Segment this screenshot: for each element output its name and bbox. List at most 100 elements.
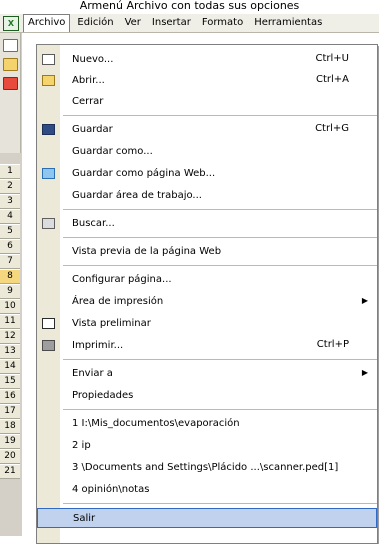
row-header[interactable]: 5 <box>0 224 20 239</box>
row-header[interactable]: 12 <box>0 329 20 344</box>
row-header[interactable]: 6 <box>0 239 20 254</box>
submenu-arrow-icon: ▶ <box>361 368 368 377</box>
row-header[interactable]: 15 <box>0 374 20 389</box>
row-header[interactable]: 1 <box>0 164 20 179</box>
menu-icon-slot <box>38 508 61 528</box>
menu-item-recent-3[interactable]: 3 \Documents and Settings\Plácido ...\sc… <box>37 457 377 477</box>
menu-icon-slot <box>37 457 60 477</box>
row-header[interactable]: 13 <box>0 344 20 359</box>
menu-item-salir[interactable]: Salir <box>37 508 377 528</box>
menu-icon-slot <box>37 70 60 90</box>
new-document-icon[interactable] <box>3 39 18 52</box>
menu-separator <box>63 209 377 210</box>
menu-formato-label: Formato <box>201 17 244 28</box>
row-header-selected[interactable]: 8 <box>0 269 20 284</box>
submenu-arrow-icon: ▶ <box>361 296 368 305</box>
menu-item-area-impresion[interactable]: Área de impresión ▶ <box>37 291 377 311</box>
row-header[interactable]: 11 <box>0 314 20 329</box>
menu-item-abrir[interactable]: Abrir... Ctrl+A <box>37 70 377 90</box>
menu-item-label: 2 ip <box>72 439 91 451</box>
menu-item-guardar-como[interactable]: Guardar como... <box>37 141 377 161</box>
menu-item-label: Guardar como... <box>72 145 153 157</box>
web-page-icon <box>42 167 55 179</box>
menu-item-label: Vista previa de la página Web <box>72 245 222 257</box>
row-header[interactable]: 4 <box>0 209 20 224</box>
row-header[interactable]: 18 <box>0 419 20 434</box>
excel-app-icon[interactable]: X <box>3 15 19 31</box>
menu-item-label: Buscar... <box>72 217 115 229</box>
menu-icon-slot <box>37 313 60 333</box>
row-header[interactable]: 16 <box>0 389 20 404</box>
row-header[interactable]: 2 <box>0 179 20 194</box>
menu-item-label: Salir <box>73 512 96 524</box>
menu-icon-slot <box>37 291 60 311</box>
menu-item-guardar[interactable]: Guardar Ctrl+G <box>37 119 377 139</box>
menu-item-cerrar[interactable]: Cerrar <box>37 91 377 111</box>
menu-item-label: Guardar <box>72 123 113 135</box>
menu-item-label: 4 opinión\notas <box>72 483 150 495</box>
menu-formato[interactable]: Formato <box>198 15 247 31</box>
row-header[interactable]: 7 <box>0 254 20 269</box>
menu-icon-slot <box>37 163 60 183</box>
row-header[interactable]: 9 <box>0 284 20 299</box>
menu-item-buscar[interactable]: Buscar... <box>37 213 377 233</box>
menu-icon-slot <box>37 241 60 261</box>
menu-edicion[interactable]: Edición <box>73 15 117 31</box>
pdf-icon[interactable] <box>3 77 18 90</box>
menu-ver-label: Ver <box>124 17 141 28</box>
menu-icon-slot <box>37 413 60 433</box>
menu-item-imprimir[interactable]: Imprimir... Ctrl+P <box>37 335 377 355</box>
menu-herramientas[interactable]: Herramientas <box>250 15 326 31</box>
menu-insertar-label: Insertar <box>151 17 191 28</box>
menu-icon-slot <box>37 213 60 233</box>
menu-item-recent-1[interactable]: 1 I:\Mis_documentos\evaporación <box>37 413 377 433</box>
menu-ver[interactable]: Ver <box>121 15 145 31</box>
menu-item-label: Vista preliminar <box>72 317 151 329</box>
menu-item-nuevo[interactable]: Nuevo... Ctrl+U <box>37 49 377 69</box>
menu-icon-slot <box>37 119 60 139</box>
menu-item-vista-previa-web[interactable]: Vista previa de la página Web <box>37 241 377 261</box>
menu-icon-slot <box>37 49 60 69</box>
menu-icon-slot <box>37 141 60 161</box>
screenshot-caption: Armenú Archivo con todas sus opciones <box>0 0 379 14</box>
menu-insertar[interactable]: Insertar <box>148 15 195 31</box>
menu-separator <box>63 503 377 504</box>
excel-window: X Archivo Edición Ver Insertar Formato H… <box>0 14 379 544</box>
open-folder-icon[interactable] <box>3 58 18 71</box>
menu-item-recent-2[interactable]: 2 ip <box>37 435 377 455</box>
menu-item-configurar[interactable]: Configurar página... <box>37 269 377 289</box>
menu-item-enviar-a[interactable]: Enviar a ▶ <box>37 363 377 383</box>
menu-icon-slot <box>37 479 60 499</box>
row-header[interactable]: 17 <box>0 404 20 419</box>
menu-item-guardar-web[interactable]: Guardar como página Web... <box>37 163 377 183</box>
menu-separator <box>63 115 377 116</box>
menu-icon-slot <box>37 363 60 383</box>
menu-herramientas-label: Herramientas <box>254 17 323 28</box>
row-header[interactable]: 3 <box>0 194 20 209</box>
menu-item-label: Guardar área de trabajo... <box>72 189 202 201</box>
menu-item-label: Enviar a <box>72 367 113 379</box>
menu-item-label: Área de impresión <box>72 295 164 307</box>
menu-item-vista-preliminar[interactable]: Vista preliminar <box>37 313 377 333</box>
row-header[interactable]: 21 <box>0 464 20 479</box>
menu-item-label: Abrir... <box>72 74 105 86</box>
menu-item-label: Cerrar <box>72 95 104 107</box>
menu-item-label: 1 I:\Mis_documentos\evaporación <box>72 417 240 429</box>
menu-item-propiedades[interactable]: Propiedades <box>37 385 377 405</box>
row-header[interactable]: 10 <box>0 299 20 314</box>
save-icon <box>42 123 55 135</box>
menu-item-label: 3 \Documents and Settings\Plácido ...\sc… <box>72 461 339 473</box>
row-header[interactable]: 19 <box>0 434 20 449</box>
menu-archivo-label: Archivo <box>28 17 66 28</box>
menu-archivo[interactable]: Archivo <box>23 14 71 32</box>
row-header[interactable]: 20 <box>0 449 20 464</box>
menu-icon-slot <box>37 435 60 455</box>
menu-item-label: Imprimir... <box>72 339 124 351</box>
menu-icon-slot <box>37 269 60 289</box>
row-header[interactable]: 14 <box>0 359 20 374</box>
search-icon <box>42 217 55 229</box>
menu-item-guardar-area[interactable]: Guardar área de trabajo... <box>37 185 377 205</box>
menu-item-label: Configurar página... <box>72 273 172 285</box>
menu-item-shortcut: Ctrl+P <box>316 339 349 350</box>
menu-item-recent-4[interactable]: 4 opinión\notas <box>37 479 377 499</box>
